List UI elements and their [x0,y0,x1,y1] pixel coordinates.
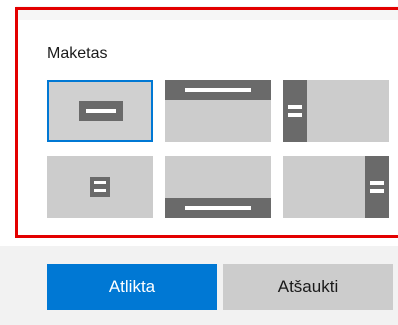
layout-option-center-small[interactable] [47,156,153,218]
layout-option-center[interactable] [47,80,153,142]
layout-option-top[interactable] [165,80,271,142]
layout-option-right[interactable] [283,156,389,218]
layout-option-bottom[interactable] [165,156,271,218]
done-button[interactable]: Atlikta [47,264,217,310]
layout-option-left[interactable] [283,80,389,142]
cancel-button[interactable]: Atšaukti [223,264,393,310]
layout-section-label: Maketas [47,45,108,62]
